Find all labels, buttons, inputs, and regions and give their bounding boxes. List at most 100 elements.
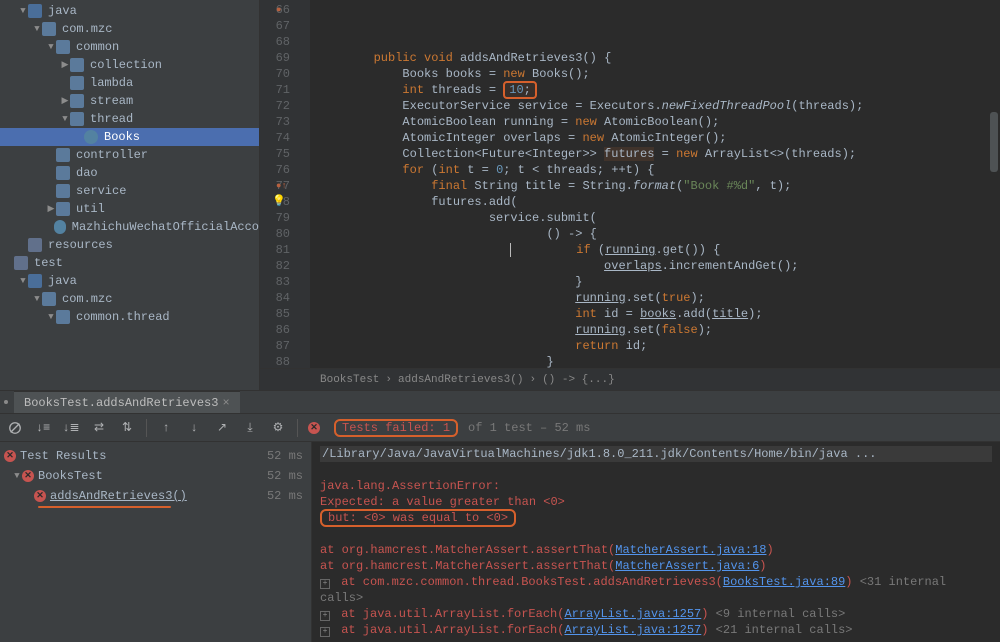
line-number[interactable]: 77●↑ (260, 178, 290, 194)
export-button[interactable]: ↗ (213, 419, 231, 437)
line-number[interactable]: 88 (260, 354, 290, 368)
tree-item-stream[interactable]: stream (0, 92, 259, 110)
tree-item-util[interactable]: util (0, 200, 259, 218)
console-line[interactable]: + at java.util.ArrayList.forEach(ArrayLi… (320, 622, 992, 638)
line-number[interactable]: 66● (260, 2, 290, 18)
intention-bulb-icon[interactable]: 💡 (272, 194, 286, 210)
tree-item-mazhichuwechatofficialacco[interactable]: MazhichuWechatOfficialAcco (0, 218, 259, 236)
line-number[interactable]: 86 (260, 322, 290, 338)
expand-all-button[interactable]: ⇄ (90, 419, 108, 437)
line-number[interactable]: 79 (260, 210, 290, 226)
code-line[interactable]: return id; (316, 338, 1000, 354)
tree-item-thread[interactable]: thread (0, 110, 259, 128)
close-icon[interactable]: × (222, 396, 229, 410)
line-number[interactable]: 74 (260, 130, 290, 146)
code-line[interactable]: if (running.get()) { (316, 242, 1000, 258)
line-number[interactable]: 75 (260, 146, 290, 162)
tree-item-books[interactable]: Books (0, 128, 259, 146)
chevron-right-icon[interactable] (46, 204, 56, 214)
code-line[interactable]: int id = books.add(title); (316, 306, 1000, 322)
line-number[interactable]: 84 (260, 290, 290, 306)
test-class-row[interactable]: ✕ BooksTest 52 ms (0, 466, 311, 486)
test-results-root[interactable]: ✕ Test Results 52 ms (0, 446, 311, 466)
chevron-down-icon[interactable] (60, 114, 70, 124)
tree-item-java[interactable]: java (0, 272, 259, 290)
breadcrumb-class[interactable]: BooksTest (320, 374, 379, 386)
line-number[interactable]: 69 (260, 50, 290, 66)
console-line[interactable]: Expected: a value greater than <0> (320, 494, 992, 510)
results-tree[interactable]: ✕ Test Results 52 ms ✕ BooksTest 52 ms ✕… (0, 442, 312, 642)
line-number[interactable]: 87 (260, 338, 290, 354)
tree-item-collection[interactable]: collection (0, 56, 259, 74)
tree-item-lambda[interactable]: lambda (0, 74, 259, 92)
breadcrumb-method[interactable]: addsAndRetrieves3() (398, 374, 523, 386)
code-line[interactable]: futures.add( (316, 194, 1000, 210)
code-line[interactable]: () -> { (316, 226, 1000, 242)
tree-item-resources[interactable]: resources (0, 236, 259, 254)
tree-item-common[interactable]: common (0, 38, 259, 56)
chevron-down-icon[interactable] (32, 24, 42, 34)
code-line[interactable]: AtomicBoolean running = new AtomicBoolea… (316, 114, 1000, 130)
tree-item-common-thread[interactable]: common.thread (0, 308, 259, 326)
line-number[interactable]: 68 (260, 34, 290, 50)
line-number[interactable]: 85 (260, 306, 290, 322)
code-line[interactable]: int threads = 10; (316, 82, 1000, 98)
chevron-down-icon[interactable] (18, 6, 28, 16)
code-line[interactable]: public void addsAndRetrieves3() { (316, 50, 1000, 66)
line-number[interactable]: 80 (260, 226, 290, 242)
breadcrumb[interactable]: BooksTest › addsAndRetrieves3() › () -> … (260, 368, 1000, 390)
line-number[interactable]: 82 (260, 258, 290, 274)
console-line[interactable] (320, 526, 992, 542)
console-line[interactable]: + at com.mzc.common.thread.BooksTest.add… (320, 574, 992, 606)
chevron-down-icon[interactable] (32, 294, 42, 304)
console-line[interactable]: java.lang.AssertionError: (320, 478, 992, 494)
chevron-down-icon[interactable] (46, 312, 56, 322)
line-number[interactable]: 73 (260, 114, 290, 130)
expand-icon[interactable]: + (320, 579, 330, 589)
chevron-down-icon[interactable] (18, 276, 28, 286)
code-line[interactable]: Books books = new Books(); (316, 66, 1000, 82)
chevron-right-icon[interactable] (60, 60, 70, 70)
code-line[interactable]: final String title = String.format("Book… (316, 178, 1000, 194)
import-button[interactable]: ⤓ (241, 419, 259, 437)
code-line[interactable]: service.submit( (316, 210, 1000, 226)
collapse-all-button[interactable]: ⇅ (118, 419, 136, 437)
line-number[interactable]: 67 (260, 18, 290, 34)
expand-icon[interactable]: + (320, 611, 330, 621)
code-line[interactable]: AtomicInteger overlaps = new AtomicInteg… (316, 130, 1000, 146)
code-line[interactable]: } (316, 274, 1000, 290)
tree-item-com-mzc[interactable]: com.mzc (0, 290, 259, 308)
test-method-row[interactable]: ✕ addsAndRetrieves3() 52 ms (0, 486, 311, 506)
console-line[interactable]: but: <0> was equal to <0> (320, 510, 992, 526)
project-tree[interactable]: javacom.mzccommoncollectionlambdastreamt… (0, 0, 260, 390)
console-line[interactable]: at org.hamcrest.MatcherAssert.assertThat… (320, 558, 992, 574)
chevron-right-icon[interactable] (60, 96, 70, 106)
editor-scrollbar[interactable] (990, 2, 998, 368)
expand-icon[interactable]: + (320, 627, 330, 637)
chevron-down-icon[interactable] (46, 42, 56, 52)
console-output[interactable]: /Library/Java/JavaVirtualMachines/jdk1.8… (312, 442, 1000, 642)
line-number[interactable]: 83 (260, 274, 290, 290)
tree-item-test[interactable]: test (0, 254, 259, 272)
console-line[interactable]: + at java.util.ArrayList.forEach(ArrayLi… (320, 606, 992, 622)
chevron-down-icon[interactable] (12, 471, 22, 481)
gutter-mark-icon[interactable]: ●↑ (276, 178, 287, 194)
next-failed-button[interactable]: ↓ (185, 419, 203, 437)
settings-button[interactable]: ⚙ (269, 419, 287, 437)
hide-passed-button[interactable] (6, 419, 24, 437)
code-line[interactable]: running.set(false); (316, 322, 1000, 338)
line-number[interactable]: 70 (260, 66, 290, 82)
code-line[interactable]: running.set(true); (316, 290, 1000, 306)
tree-item-service[interactable]: service (0, 182, 259, 200)
tree-item-dao[interactable]: dao (0, 164, 259, 182)
console-line[interactable]: at org.hamcrest.MatcherAssert.assertThat… (320, 542, 992, 558)
sort-alpha-button[interactable]: ↓≣ (62, 419, 80, 437)
tree-item-controller[interactable]: controller (0, 146, 259, 164)
code-line[interactable]: Collection<Future<Integer>> futures = ne… (316, 146, 1000, 162)
code-line[interactable]: } (316, 354, 1000, 368)
sort-button[interactable]: ↓≡ (34, 419, 52, 437)
line-number[interactable]: 81 (260, 242, 290, 258)
gutter-mark-icon[interactable]: ● (276, 2, 281, 18)
console-line[interactable] (320, 462, 992, 478)
code-line[interactable]: ExecutorService service = Executors.newF… (316, 98, 1000, 114)
